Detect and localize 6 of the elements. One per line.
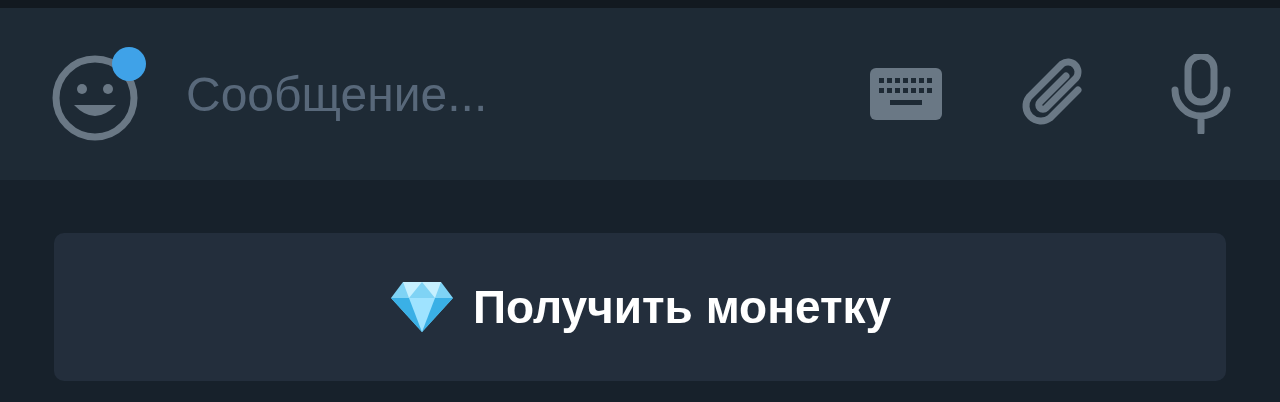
emoji-button[interactable] [52,47,146,141]
keyboard-icon[interactable] [870,68,942,120]
get-coin-button[interactable]: Получить монетку [54,233,1226,381]
diamond-icon [388,280,455,334]
microphone-icon[interactable] [1170,54,1232,134]
message-field[interactable]: Сообщение... [184,65,850,123]
